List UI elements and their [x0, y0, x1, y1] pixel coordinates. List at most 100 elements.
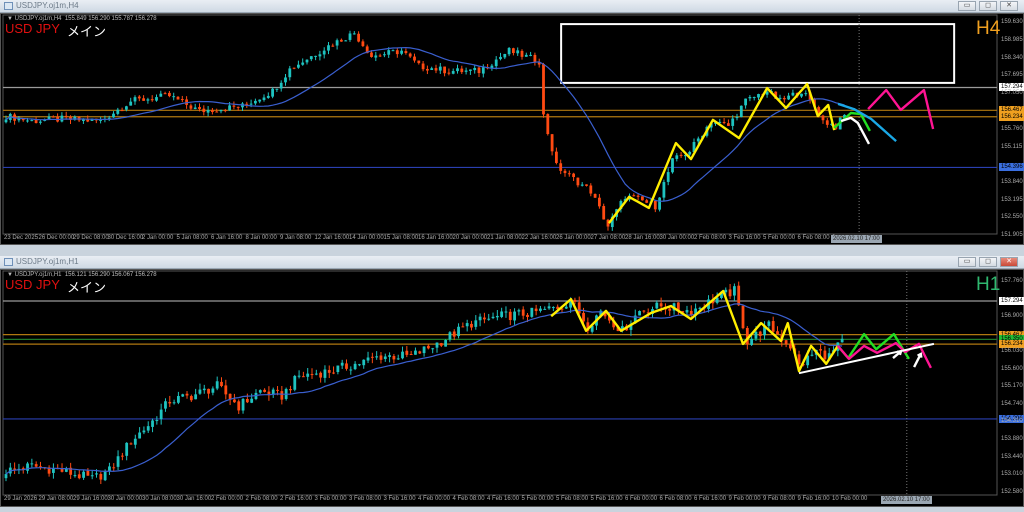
price-axis-label: 153.840	[1001, 178, 1023, 185]
price-axis-label: 155.115	[1001, 143, 1023, 150]
time-axis-label: 3 Feb 16:00	[383, 496, 416, 502]
minimize-button[interactable]: ▭	[958, 1, 976, 11]
candle-body	[297, 375, 301, 377]
price-axis-label: 156.900	[1001, 313, 1023, 319]
candle-body	[39, 121, 42, 123]
candle-body	[825, 120, 829, 125]
candle-body	[401, 351, 404, 359]
candle-body	[241, 398, 245, 411]
time-axis-label: 29 Dec 08:00	[73, 235, 109, 241]
cyan-projection[interactable]	[837, 102, 897, 142]
yellow-zigzag[interactable]	[550, 289, 839, 373]
candle-body	[198, 107, 201, 110]
candle-body	[250, 398, 254, 403]
h4-chart-area[interactable]: 157.294 156.467 156.234 154.396 159.630 158.9…	[0, 13, 1024, 245]
h1-chart-window: USDJPY.oj1m,H1 ▭ ◻ ✕ 157.294156.467156.3…	[0, 256, 1024, 512]
candle-body	[310, 374, 314, 376]
candle-body	[758, 331, 762, 337]
candle-body	[378, 55, 382, 57]
minimize-button[interactable]: ▭	[958, 257, 976, 267]
candle-body	[589, 185, 593, 194]
h1-window-titlebar[interactable]: USDJPY.oj1m,H1 ▭ ◻ ✕	[0, 256, 1024, 269]
candle-body	[698, 307, 702, 309]
candle-body	[400, 50, 403, 54]
restore-button[interactable]: ◻	[979, 1, 997, 11]
candle-body	[431, 348, 435, 350]
candle-body	[168, 401, 172, 404]
candle-body	[193, 107, 197, 110]
candle-body	[572, 173, 575, 178]
candle-body	[194, 394, 198, 400]
price-axis-label: 152.580	[1001, 488, 1023, 495]
magenta-projection[interactable]	[867, 88, 935, 130]
candle-body	[645, 200, 649, 203]
candle-body	[800, 93, 803, 97]
candle-body	[90, 475, 94, 477]
time-axis-label: 30 Dec 16:00	[107, 235, 144, 241]
candle-body	[443, 66, 446, 74]
price-level-tag: 157.294	[999, 296, 1024, 305]
candle-body	[417, 60, 421, 64]
candle-body	[258, 99, 262, 102]
candle-body	[573, 299, 577, 302]
candle-body	[542, 63, 545, 115]
candle-body	[539, 308, 542, 311]
time-axis-label: 2 Feb 16:00	[280, 496, 313, 502]
candle-body	[64, 115, 68, 118]
candle-body	[163, 93, 167, 95]
candle-body	[452, 331, 456, 337]
time-axis-label: 30 Jan 00:00	[659, 235, 695, 241]
candle-body	[263, 389, 266, 392]
candle-body	[362, 359, 366, 366]
candle-body	[306, 373, 310, 377]
white-arrow-2[interactable]	[913, 353, 923, 368]
restore-button[interactable]: ◻	[979, 257, 997, 267]
candle-body	[353, 363, 357, 370]
candle-body	[103, 471, 107, 481]
candle-body	[301, 376, 305, 378]
candle-body	[344, 40, 348, 42]
candle-body	[435, 342, 439, 348]
candle-body	[503, 53, 507, 58]
candle-body	[219, 109, 223, 112]
close-button[interactable]: ✕	[1000, 257, 1018, 267]
candle-body	[236, 106, 240, 108]
candle-body	[305, 59, 309, 63]
candle-body	[787, 95, 790, 100]
candle-body	[172, 402, 176, 404]
candle-body	[517, 310, 521, 312]
candle-body	[319, 372, 323, 378]
h4-window-titlebar[interactable]: USDJPY.oj1m,H4 ▭ ◻ ✕	[0, 0, 1024, 13]
candle-body	[254, 100, 257, 104]
candle-body	[301, 62, 305, 65]
price-level-tag: 156.234	[999, 340, 1024, 349]
candle-body	[292, 67, 296, 69]
candle-body	[206, 109, 210, 113]
current-time-tag: 2026.02.10 17:00	[881, 496, 932, 504]
time-axis-label: 5 Jan 08:00	[176, 235, 208, 241]
price-axis-label: 152.550	[1001, 214, 1023, 221]
candle-body	[349, 369, 353, 371]
candle-body	[288, 68, 292, 78]
time-axis-label: 6 Feb 16:00	[694, 496, 727, 502]
yellow-zigzag[interactable]	[607, 82, 836, 224]
candle-body	[357, 33, 360, 42]
candle-body	[348, 33, 352, 40]
candle-body	[767, 321, 771, 326]
time-axis-label: 9 Feb 08:00	[763, 496, 796, 502]
candle-body	[659, 303, 663, 307]
candle-body	[309, 56, 313, 60]
candle-body	[457, 326, 460, 337]
resistance-zone-rectangle[interactable]	[560, 23, 956, 84]
candle-body	[228, 105, 231, 111]
close-button[interactable]: ✕	[1000, 1, 1018, 11]
candle-body	[477, 67, 481, 74]
candle-body	[675, 155, 679, 159]
candle-body	[508, 311, 512, 321]
candle-body	[129, 443, 133, 445]
price-axis-label: 157.050	[1001, 90, 1023, 97]
candle-body	[189, 396, 193, 401]
h1-chart-area[interactable]: 157.294156.467156.350156.234154.396157.7…	[0, 269, 1024, 507]
candle-body	[413, 56, 416, 61]
candle-body	[448, 332, 452, 340]
